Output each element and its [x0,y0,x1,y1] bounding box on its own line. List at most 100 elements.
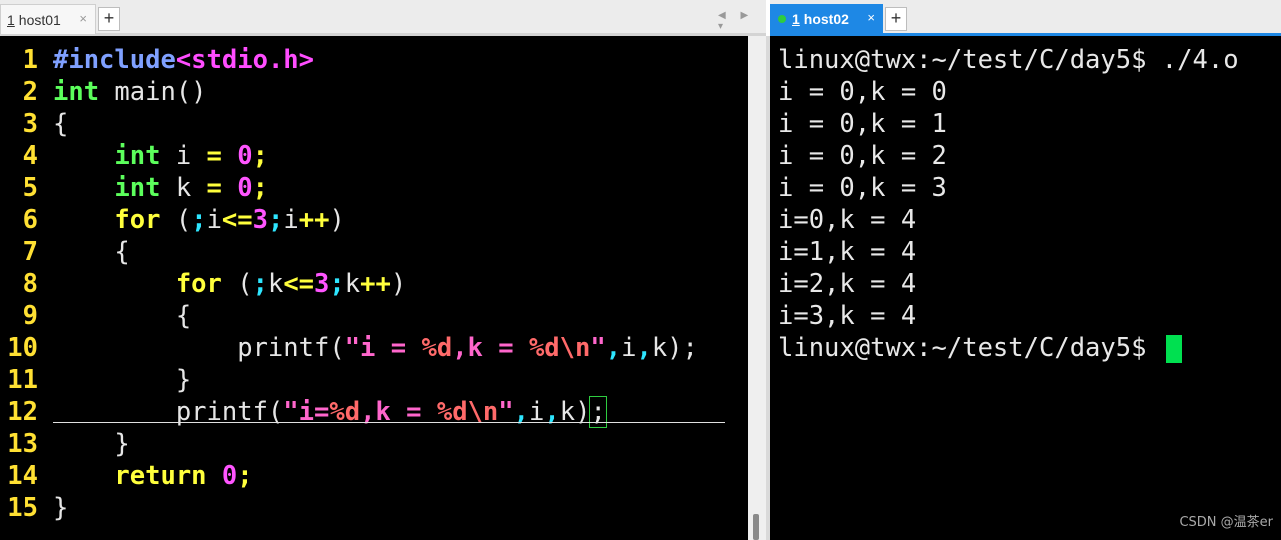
terminal-line: linux@twx:~/test/C/day5$ ./4.o [778,44,1239,76]
tab-scroll-arrows[interactable]: ◀ ▶ ▾ [718,10,766,32]
code-token: for [114,205,161,235]
code-line[interactable]: 13 } [4,428,698,460]
code-token: return [114,461,207,491]
code-token: } [53,493,69,523]
line-number: 8 [22,269,38,299]
code-token: ) [329,205,345,235]
code-line[interactable]: 8 for (;k<=3;k++) [4,268,698,300]
tab-number: 1 [792,11,800,27]
code-token: i [621,333,637,363]
code-token: #include [53,45,176,75]
terminal-line: i=0,k = 4 [778,204,1239,236]
code-line[interactable]: 11 } [4,364,698,396]
code-line[interactable]: 1 #include<stdio.h> [4,44,698,76]
scrollbar-thumb[interactable] [753,514,759,540]
code-token: i [160,141,207,171]
code-line[interactable]: 3{ [4,108,698,140]
line-number: 10 [7,333,38,363]
add-tab-button[interactable]: + [98,7,120,31]
code-token: = [206,141,222,171]
code-token: ; [268,205,284,235]
line-number: 9 [22,301,38,331]
terminal-text: i = 0,k = 0 [778,77,947,107]
line-number: 3 [22,109,38,139]
code-token: } [53,365,192,395]
code-token: ++ [360,269,391,299]
tab-title: host01 [18,11,61,28]
code-token: ; [191,205,207,235]
terminal-line: i = 0,k = 2 [778,140,1239,172]
line-number: 5 [22,173,38,203]
terminal-cursor [1165,335,1182,363]
code-line[interactable]: 15} [4,492,698,524]
code-token: { [53,237,130,267]
code-token: %d [528,333,560,363]
cursor-line [53,422,725,423]
code-line[interactable]: 4 int i = 0; [4,140,698,172]
terminal-text: i = 0,k = 1 [778,109,947,139]
close-icon[interactable]: × [867,10,875,25]
terminal-line: i = 0,k = 3 [778,172,1239,204]
code-line[interactable]: 2 int main() [4,76,698,108]
code-token: ; [252,173,268,203]
code-token: , [636,333,652,363]
code-token: int [53,77,100,107]
code-editor[interactable]: 1 #include<stdio.h> 2 int main() 3{4 int i =… [4,44,698,524]
code-line[interactable]: 5 int k = 0; [4,172,698,204]
line-number: 1 [22,45,38,75]
code-token: ( [221,269,253,299]
terminal-line: i = 0,k = 0 [778,76,1239,108]
code-line[interactable]: 9 { [4,300,698,332]
line-number: 6 [22,205,38,235]
code-token: { [53,301,192,331]
terminal-pane[interactable]: linux@twx:~/test/C/day5$ ./4.o i = 0,k = … [770,36,1281,540]
code-token: i [206,205,222,235]
terminal-output[interactable]: linux@twx:~/test/C/day5$ ./4.o i = 0,k = … [778,44,1239,364]
terminal-text: i=1,k = 4 [778,237,917,267]
code-token: int [114,141,161,171]
code-token: 0 [221,461,238,491]
code-token: k [344,269,361,299]
line-number: 7 [22,237,38,267]
terminal-line: i=2,k = 4 [778,268,1239,300]
terminal-text: i = 0,k = 2 [778,141,947,171]
tab-number: 1 [7,11,15,28]
code-line[interactable]: 7 { [4,236,698,268]
tab-title: host02 [803,11,849,27]
terminal-line: i = 0,k = 1 [778,108,1239,140]
line-number: 12 [7,397,38,427]
code-token: ,k = [452,333,529,363]
add-tab-button[interactable]: + [885,7,907,31]
tab-host02[interactable]: 1 host02 × [770,4,883,34]
line-number: 14 [7,461,38,491]
code-token: 3 [252,205,268,235]
editor-scrollbar[interactable] [748,36,766,540]
line-number: 11 [7,365,38,395]
terminal-text: i=3,k = 4 [778,301,917,331]
code-token: ) [390,269,407,299]
code-token: 0 [237,141,253,171]
line-number: 4 [22,141,38,171]
code-token: ; [329,269,345,299]
code-token: <stdio.h> [175,45,314,75]
line-number: 13 [7,429,38,459]
right-tab-bar: 1 host02 × + [770,0,1281,36]
terminal-text: i = 0,k = 3 [778,173,947,203]
code-line[interactable]: 12 printf("i=%d,k = %d\n",i,k); [4,396,698,428]
code-line[interactable]: 6 for (;i<=3;i++) [4,204,698,236]
code-token: 0 [237,173,253,203]
editor-pane[interactable]: 1 #include<stdio.h> 2 int main() 3{4 int i =… [0,36,748,540]
tab-host01[interactable]: 1 host01 × [0,4,96,34]
code-token: %d [421,333,453,363]
code-line[interactable]: 14 return 0; [4,460,698,492]
line-number: 15 [7,493,38,523]
code-token: \n [559,333,591,363]
code-token: k); [651,333,698,363]
code-line[interactable]: 10 printf("i = %d,k = %d\n",i,k); [4,332,698,364]
close-icon[interactable]: × [79,11,87,26]
terminal-line: i=3,k = 4 [778,300,1239,332]
